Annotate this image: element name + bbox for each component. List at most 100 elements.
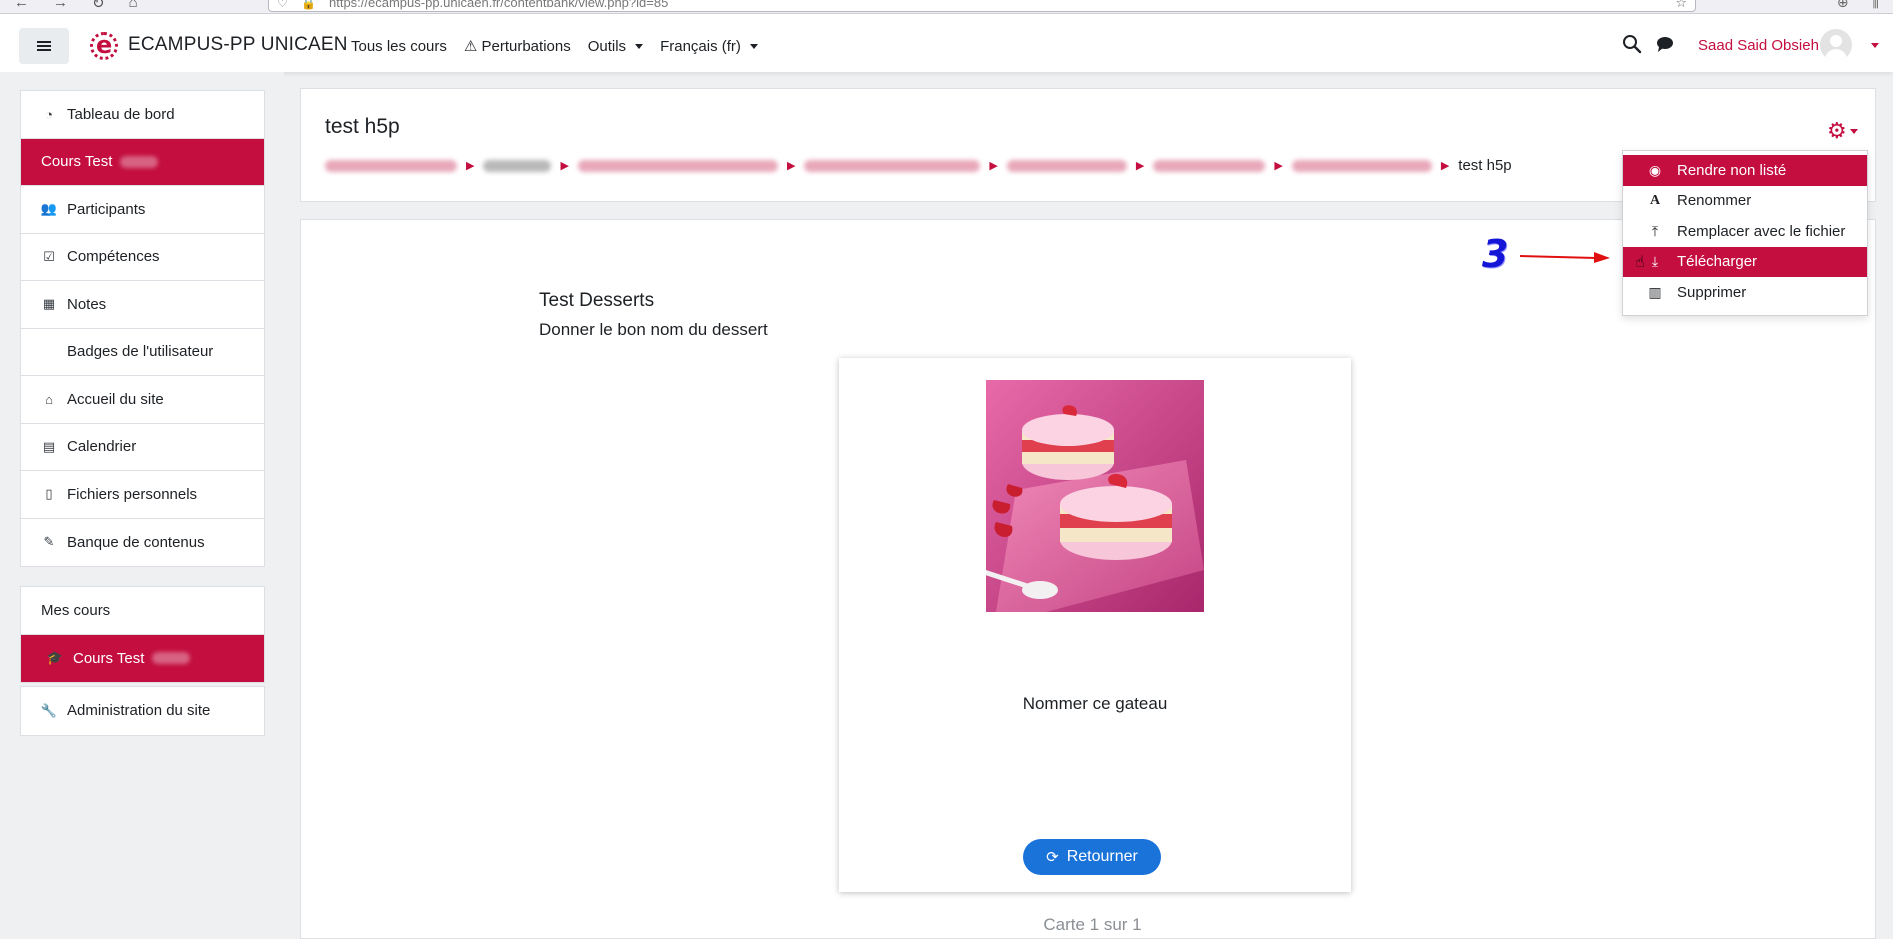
actions-menu-button[interactable]: ⚙	[1827, 120, 1858, 142]
my-courses-header[interactable]: Mes cours	[21, 587, 264, 635]
sidebar-item-badges[interactable]: Badges de l'utilisateur	[21, 329, 264, 376]
url-bar[interactable]: ♡ 🔒 https://ecampus-pp.unicaen.fr/conten…	[268, 0, 1696, 12]
breadcrumb-item[interactable]	[325, 159, 457, 172]
top-menu: Tous les cours ⚠ Perturbations Outils Fr…	[351, 37, 758, 55]
checkbox-icon: ☑	[43, 248, 55, 264]
refresh-icon: ⟳	[1046, 849, 1059, 866]
brush-icon: ✎	[43, 534, 55, 550]
breadcrumb-separator-icon: ▶	[466, 160, 475, 172]
user-menu-name[interactable]: Saad Said Obsieh	[1698, 37, 1819, 54]
breadcrumb-separator-icon: ▶	[989, 160, 998, 172]
menu-all-courses[interactable]: Tous les cours	[351, 37, 447, 55]
download-icon[interactable]: ⊕	[1837, 0, 1849, 11]
breadcrumb-separator-icon: ▶	[560, 160, 569, 172]
step-number-annotation: 3	[1482, 232, 1509, 276]
flashcard: Nommer ce gateau ⟳ Retourner	[839, 358, 1351, 892]
ecampus-logo-icon: e	[88, 30, 122, 60]
reload-icon[interactable]: ↻	[92, 0, 105, 12]
h5p-description: Donner le bon nom du dessert	[539, 320, 768, 339]
sidebar-item-grades[interactable]: ▦ Notes	[21, 281, 264, 329]
calendar-icon: ▤	[42, 438, 56, 454]
flip-card-button[interactable]: ⟳ Retourner	[1023, 839, 1161, 875]
redacted-text	[120, 155, 159, 168]
trash-icon: ▥	[1648, 283, 1662, 300]
file-icon: ▯	[45, 486, 53, 502]
sidebar-item-my-course[interactable]: 🎓 Cours Test	[21, 634, 264, 682]
breadcrumb: ▶ ▶ ▶ ▶ ▶ ▶ ▶ test h5p	[325, 157, 1512, 174]
breadcrumb-item[interactable]	[1291, 159, 1432, 172]
actions-dropdown-menu: ◉ Rendre non listé A Renommer ⤒ Remplace…	[1622, 150, 1868, 316]
breadcrumb-separator-icon: ▶	[1274, 160, 1283, 172]
home-icon[interactable]: ⌂	[129, 0, 138, 12]
eye-slash-icon: ◉	[1648, 161, 1662, 178]
breadcrumb-separator-icon: ▶	[1440, 160, 1450, 172]
shield-icon: ♡	[277, 0, 288, 10]
chevron-down-icon	[635, 43, 644, 49]
sidebar-item-competencies[interactable]: ☑ Compétences	[21, 234, 264, 281]
breadcrumb-item[interactable]	[1153, 159, 1266, 172]
url-text: https://ecampus-pp.unicaen.fr/contentban…	[329, 0, 669, 10]
users-icon: 👥	[40, 201, 58, 217]
sidebar-item-content-bank[interactable]: ✎ Banque de contenus	[21, 519, 264, 567]
top-navbar: e ECAMPUS-PP UNICAEN Tous les cours ⚠ Pe…	[0, 14, 1893, 72]
menu-disruptions[interactable]: ⚠ Perturbations	[464, 37, 571, 55]
menu-language[interactable]: Français (fr)	[660, 37, 758, 55]
browser-right-icons: ⊕ ⫼	[1837, 0, 1879, 11]
menu-item-delete[interactable]: ▥ Supprimer	[1623, 277, 1867, 308]
forward-icon[interactable]: →	[53, 0, 68, 12]
lock-icon: 🔒	[301, 0, 316, 10]
nav-block-courses: Mes cours 🎓 Cours Test	[20, 586, 265, 683]
nav-drawer: ◔ Tableau de bord Cours Test 👥 Participa…	[0, 72, 284, 939]
sidebar-item-site-home[interactable]: ⌂ Accueil du site	[21, 376, 264, 424]
dessert-image	[986, 380, 1204, 612]
hamburger-icon	[37, 45, 51, 47]
chevron-down-icon	[749, 43, 758, 49]
redacted-text	[152, 652, 191, 665]
back-icon[interactable]: ←	[14, 0, 29, 12]
table-icon: ▦	[42, 296, 56, 312]
message-icon[interactable]	[1656, 36, 1674, 52]
page-title: test h5p	[325, 115, 400, 138]
graduation-cap-icon: 🎓	[46, 650, 64, 666]
red-arrow-icon	[1520, 252, 1610, 263]
sidebar-item-course[interactable]: Cours Test	[21, 138, 264, 186]
sidebar-item-private-files[interactable]: ▯ Fichiers personnels	[21, 471, 264, 519]
breadcrumb-item[interactable]	[483, 159, 552, 172]
browser-nav-buttons: ← → ↻ ⌂	[14, 0, 138, 12]
menu-item-download[interactable]: ⤓ Télécharger	[1623, 246, 1867, 277]
gear-icon: ⚙	[1827, 118, 1847, 143]
hand-cursor-icon: ☝	[1635, 254, 1645, 271]
home-icon: ⌂	[45, 391, 53, 407]
breadcrumb-item[interactable]	[1006, 159, 1127, 172]
avatar[interactable]	[1820, 29, 1852, 61]
sidebar-item-dashboard[interactable]: ◔ Tableau de bord	[21, 91, 264, 139]
site-brand[interactable]: e ECAMPUS-PP UNICAEN	[88, 30, 348, 60]
chevron-down-icon	[1849, 128, 1858, 134]
search-icon[interactable]	[1622, 34, 1642, 54]
drawer-toggle-button[interactable]	[19, 28, 69, 64]
breadcrumb-item[interactable]	[577, 159, 778, 172]
breadcrumb-current: test h5p	[1458, 157, 1512, 174]
library-icon[interactable]: ⫼	[1873, 0, 1879, 11]
sidebar-item-participants[interactable]: 👥 Participants	[21, 186, 264, 234]
download-icon: ⤓	[1651, 253, 1659, 270]
h5p-title: Test Desserts	[539, 290, 655, 311]
dashboard-icon: ◔	[45, 106, 53, 122]
menu-tools[interactable]: Outils	[588, 37, 644, 55]
nav-block-admin: 🔧 Administration du site	[20, 686, 265, 736]
card-question: Nommer ce gateau	[1022, 694, 1168, 713]
nav-block-main: ◔ Tableau de bord Cours Test 👥 Participa…	[20, 90, 265, 567]
breadcrumb-separator-icon: ▶	[786, 160, 796, 172]
bookmark-star-icon[interactable]: ☆	[1675, 0, 1687, 11]
site-name: ECAMPUS-PP UNICAEN	[128, 34, 348, 55]
browser-toolbar: ← → ↻ ⌂ ♡ 🔒 https://ecampus-pp.unicaen.f…	[0, 0, 1893, 14]
menu-item-replace-file[interactable]: ⤒ Remplacer avec le fichier	[1623, 216, 1867, 247]
menu-item-unlist[interactable]: ◉ Rendre non listé	[1623, 155, 1867, 186]
sidebar-item-site-admin[interactable]: 🔧 Administration du site	[21, 687, 264, 735]
card-counter: Carte 1 sur 1	[1043, 915, 1142, 934]
chevron-down-icon[interactable]	[1871, 43, 1879, 48]
sidebar-item-calendar[interactable]: ▤ Calendrier	[21, 424, 264, 471]
breadcrumb-item[interactable]	[804, 159, 981, 172]
menu-item-rename[interactable]: A Renommer	[1623, 186, 1867, 217]
wrench-icon: 🔧	[40, 702, 58, 718]
